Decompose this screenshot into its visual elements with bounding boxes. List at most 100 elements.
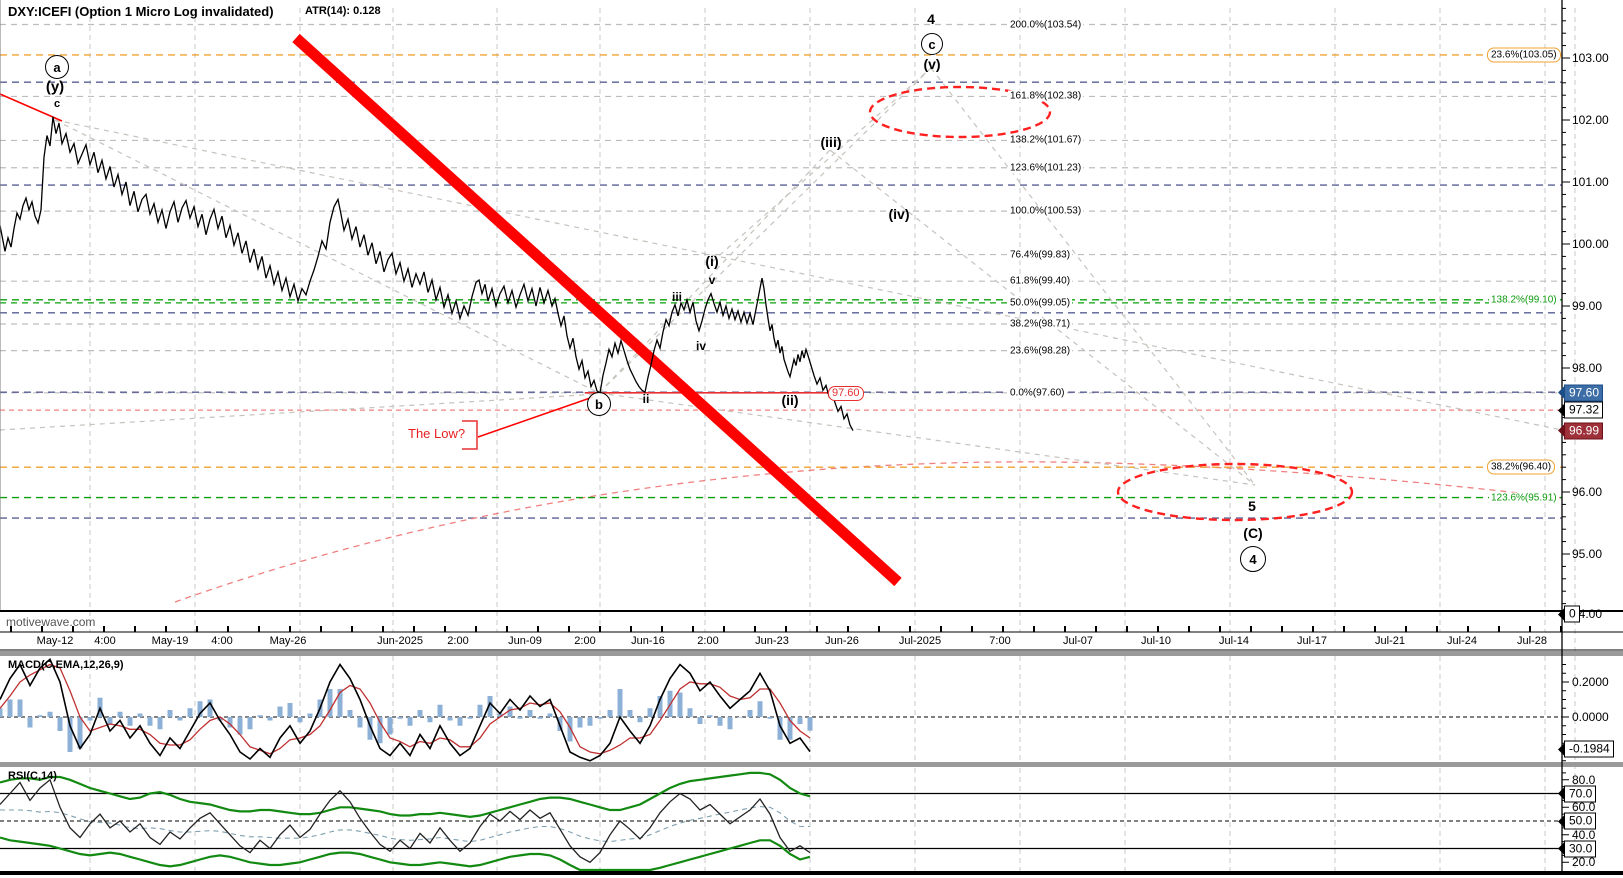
time-axis-label[interactable]: Jun-2025 [377, 635, 423, 647]
time-axis-label[interactable]: Jun-09 [508, 635, 542, 647]
panel-divider [0, 651, 1623, 656]
the-low-annotation[interactable]: The Low? [408, 426, 465, 441]
macd-histogram-bar [108, 717, 113, 724]
macd-axis-label[interactable]: 0.2000 [1572, 675, 1609, 689]
time-axis-label[interactable]: May-12 [37, 635, 74, 647]
macd-histogram-bar [538, 717, 543, 719]
macd-histogram-bar [8, 700, 13, 718]
time-axis-label[interactable]: Jul-14 [1219, 635, 1249, 647]
invalidated-trendline [296, 38, 898, 582]
chart-canvas[interactable] [0, 0, 1623, 878]
time-axis-tick [320, 626, 322, 632]
price-flag-9760[interactable]: 97.60 [828, 386, 864, 401]
wave-label-v[interactable]: v [709, 273, 716, 287]
time-axis-tick [1560, 626, 1562, 632]
red-annotation-line [478, 397, 593, 437]
projection-line [712, 68, 931, 262]
price-series [0, 117, 853, 431]
macd-histogram-bar [428, 717, 433, 722]
time-axis-tick [506, 626, 508, 632]
time-axis-tick [1312, 626, 1314, 632]
wave-label-(v)[interactable]: (v) [923, 56, 940, 72]
fib-level-label-6: 61.8%(99.40) [1008, 276, 1072, 287]
macd-histogram-bar [358, 717, 363, 728]
wave-label-b[interactable]: b [587, 392, 611, 416]
time-axis-label[interactable]: 4:00 [211, 635, 232, 647]
macd-histogram-bar [38, 715, 43, 717]
wave-label-(ii)[interactable]: (ii) [781, 392, 798, 408]
wave-label-(i)[interactable]: (i) [705, 253, 718, 269]
wave-label-c[interactable]: c [921, 33, 943, 55]
fib-level-label-1: 161.8%(102.38) [1008, 91, 1083, 102]
bottom-border [0, 871, 1623, 875]
macd-histogram-bar [698, 717, 703, 724]
projection-line [599, 68, 931, 393]
wave-label-(iv)[interactable]: (iv) [889, 206, 910, 222]
time-axis-tick [1250, 626, 1252, 632]
time-axis-label[interactable]: Jul-17 [1297, 635, 1327, 647]
macd-histogram-bar [188, 708, 193, 717]
time-axis-label[interactable]: May-19 [152, 635, 189, 647]
time-axis-label[interactable]: Jul-2025 [899, 635, 941, 647]
rsi-mid-band [0, 807, 810, 842]
time-axis-label[interactable]: Jun-16 [631, 635, 665, 647]
wave-label-4[interactable]: 4 [927, 11, 935, 27]
wave-label-iv[interactable]: iv [696, 339, 706, 353]
price-axis-label[interactable]: 96.00 [1572, 485, 1602, 499]
fib-level-label-7: 50.0%(99.05) [1008, 297, 1072, 308]
time-axis-label[interactable]: 2:00 [574, 635, 595, 647]
price-axis-label[interactable]: 99.00 [1572, 299, 1602, 313]
time-axis-tick [413, 626, 415, 632]
time-axis-label[interactable]: Jun-23 [755, 635, 789, 647]
wave-label-5[interactable]: 5 [1248, 498, 1256, 514]
time-axis-tick [661, 626, 663, 632]
time-axis-label[interactable]: Jul-24 [1447, 635, 1477, 647]
macd-histogram-bar [448, 717, 453, 721]
wave-label-ii[interactable]: ii [643, 392, 650, 406]
time-axis-tick [1467, 626, 1469, 632]
time-axis-label[interactable]: 7:00 [989, 635, 1010, 647]
right-level-label-3: 123.6%(95.91) [1489, 492, 1559, 503]
wave-label-4[interactable]: 4 [1240, 546, 1266, 572]
fib-level-label-9: 23.6%(98.28) [1008, 345, 1072, 356]
price-axis-label[interactable]: 102.00 [1572, 113, 1609, 127]
wave-label-(y)[interactable]: (y) [46, 79, 64, 96]
time-axis-label[interactable]: 2:00 [697, 635, 718, 647]
rsi-axis-label[interactable]: 20.0 [1572, 855, 1595, 869]
time-axis-tick [103, 626, 105, 632]
fib-level-label-8: 38.2%(98.71) [1008, 318, 1072, 329]
price-axis-label[interactable]: 98.00 [1572, 361, 1602, 375]
macd-histogram-bar [168, 710, 173, 717]
time-axis-tick [971, 626, 973, 632]
projection-line [55, 120, 599, 393]
time-axis-label[interactable]: May-26 [270, 635, 307, 647]
wave-label-(iii)[interactable]: (iii) [821, 134, 842, 150]
time-axis-tick [1281, 626, 1283, 632]
macd-histogram-bar [628, 710, 633, 717]
time-axis-label[interactable]: 2:00 [447, 635, 468, 647]
fib-level-label-0: 200.0%(103.54) [1008, 19, 1083, 30]
wave-label-a[interactable]: a [45, 55, 69, 79]
time-axis-label[interactable]: Jul-10 [1141, 635, 1171, 647]
time-axis-label[interactable]: Jun-26 [825, 635, 859, 647]
wave-label-(C)[interactable]: (C) [1243, 525, 1262, 541]
price-axis-label[interactable]: 101.00 [1572, 175, 1609, 189]
macd-histogram-bar [138, 714, 143, 718]
macd-histogram-bar [128, 717, 133, 726]
macd-histogram-bar [148, 717, 153, 726]
price-axis-label[interactable]: 103.00 [1572, 51, 1609, 65]
time-axis-label[interactable]: Jul-07 [1063, 635, 1093, 647]
price-axis-label[interactable]: 100.00 [1572, 237, 1609, 251]
time-axis-tick [785, 626, 787, 632]
time-axis-label[interactable]: Jul-21 [1375, 635, 1405, 647]
time-axis-tick [227, 626, 229, 632]
time-axis-label[interactable]: Jul-28 [1517, 635, 1547, 647]
time-axis-tick [444, 626, 446, 632]
time-axis-label[interactable]: 4:00 [94, 635, 115, 647]
time-axis-tick [909, 626, 911, 632]
price-axis-label[interactable]: 95.00 [1572, 547, 1602, 561]
wave-label-c[interactable]: c [54, 98, 60, 110]
macd-axis-label[interactable]: 0.0000 [1572, 710, 1609, 724]
wave-label-iii[interactable]: iii [672, 290, 682, 304]
time-axis-tick [940, 626, 942, 632]
